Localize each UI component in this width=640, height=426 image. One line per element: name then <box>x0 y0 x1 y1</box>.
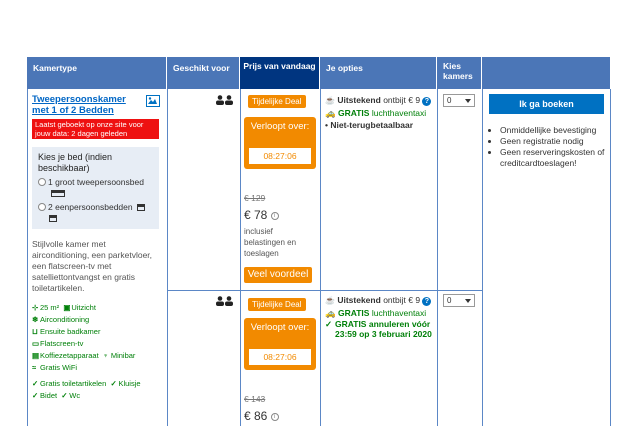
chevron-down-icon <box>465 299 471 303</box>
bed-option-2[interactable]: 2 eenpersoonsbedden <box>38 202 153 224</box>
occupancy-icon <box>215 296 235 306</box>
countdown-timer: 08:27:06 <box>249 349 311 365</box>
header-kies: Kies kamers <box>437 57 482 89</box>
veel-voordeel-button[interactable]: Veel voordeel <box>244 267 312 283</box>
room-features: ⊹ 25 m² ▣Uitzicht ❄ Airconditioning ⊔ Ensui… <box>32 303 141 400</box>
coffee-icon: ▤ <box>32 351 40 360</box>
header-prijs: Prijs van vandaag <box>240 57 320 89</box>
expiry-box: Verloopt over: 08:27:06 <box>244 318 316 370</box>
taxi-icon: 🚕 <box>325 308 336 318</box>
double-bed-icon <box>51 190 65 198</box>
check-icon: ✓ <box>32 391 39 400</box>
snowflake-icon: ❄ <box>32 315 39 324</box>
header-kamertype: Kamertype <box>27 57 167 89</box>
deal-tag: Tijdelijke Deal <box>248 298 306 311</box>
bed-choice-title: Kies je bed (indien beschikbaar) <box>38 152 113 173</box>
header-empty <box>482 57 611 89</box>
check-icon: ✓ <box>325 319 333 329</box>
occupancy-icon <box>215 95 235 105</box>
size-icon: ⊹ <box>32 303 39 312</box>
coffee-cup-icon: ☕ <box>325 96 335 105</box>
tax-note: inclusief belastingen en toeslagen <box>244 227 297 258</box>
info-icon[interactable]: i <box>270 412 279 421</box>
bed-choice-box: Kies je bed (indien beschikbaar) 1 groot… <box>32 147 159 229</box>
bullet-icon: • <box>325 120 328 130</box>
chevron-down-icon <box>465 99 471 103</box>
help-icon[interactable]: ? <box>422 297 432 306</box>
room-name-link[interactable]: Tweepersoonskamer met 1 of 2 Bedden <box>32 94 126 116</box>
coffee-cup-icon: ☕ <box>325 296 335 305</box>
book-button[interactable]: Ik ga boeken <box>489 94 604 114</box>
radio-bed-2[interactable] <box>38 203 46 211</box>
last-booked-badge: Laatst geboekt op onze site voor jouw da… <box>32 119 159 139</box>
photo-icon[interactable] <box>146 95 160 107</box>
check-icon: ✓ <box>32 379 39 388</box>
tv-icon: ▭ <box>32 339 40 348</box>
room-info: Tweepersoonskamer met 1 of 2 Bedden Laat… <box>32 94 162 402</box>
countdown-timer: 08:27:06 <box>249 148 311 164</box>
old-price: € 143 <box>244 394 266 404</box>
bath-icon: ⊔ <box>32 327 38 336</box>
current-price: € 86 i <box>244 409 279 423</box>
booking-benefits: Onmiddellijke bevestiging Geen registrat… <box>490 125 608 169</box>
radio-bed-1[interactable] <box>38 178 46 186</box>
current-price: € 78 i <box>244 208 279 222</box>
room-count-select[interactable]: 0 <box>443 94 475 107</box>
taxi-icon: 🚕 <box>325 108 336 118</box>
header-opties: Je opties <box>320 57 437 89</box>
header-geschikt: Geschikt voor <box>167 57 240 89</box>
deal-tag: Tijdelijke Deal <box>248 95 306 108</box>
minibar-icon: ♆ <box>102 351 109 360</box>
wifi-icon: ≈ <box>32 363 37 372</box>
options-offer-2: ☕ Uitstekend ontbijt € 9 ? 🚕 GRATIS luch… <box>325 295 432 339</box>
old-price: € 129 <box>244 193 266 203</box>
room-count-select[interactable]: 0 <box>443 294 475 307</box>
options-offer-1: ☕ Uitstekend ontbijt € 9 ? 🚕 GRATIS luch… <box>325 94 435 131</box>
bed-option-1[interactable]: 1 groot tweepersoonsbed <box>38 177 153 199</box>
single-beds-icon <box>136 204 145 212</box>
room-table: Kamertype Geschikt voor Prijs van vandaa… <box>27 57 611 426</box>
info-icon[interactable]: i <box>270 211 279 220</box>
room-description: Stijlvolle kamer met airconditioning, ee… <box>32 239 153 293</box>
expiry-box: Verloopt over: 08:27:06 <box>244 117 316 169</box>
help-icon[interactable]: ? <box>422 97 432 106</box>
